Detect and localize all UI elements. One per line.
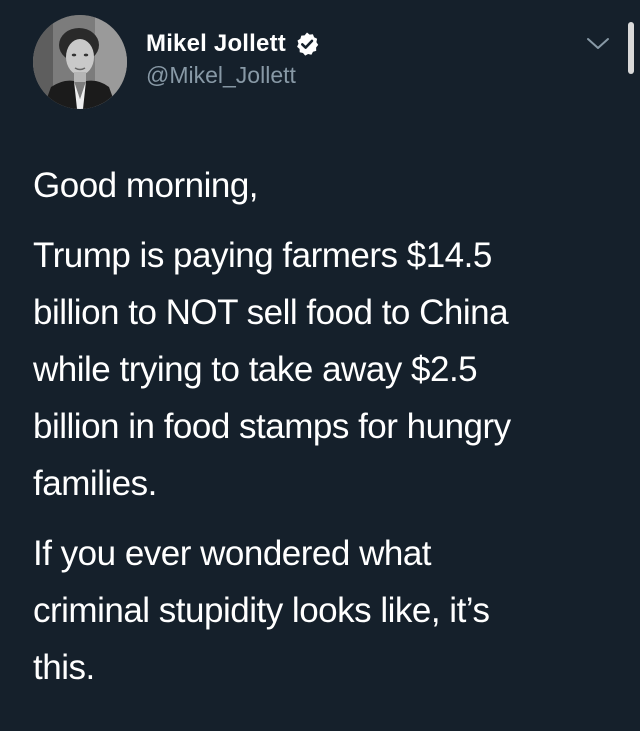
tweet-line: while trying to take away $2.5 — [33, 350, 478, 389]
tweet-text: Good morning, Trump is paying farmers $1… — [33, 157, 623, 709]
tweet-line: families. — [33, 464, 157, 503]
author-name-row[interactable]: Mikel Jollett — [146, 28, 320, 60]
author-display-name[interactable]: Mikel Jollett — [146, 30, 286, 58]
scrollbar[interactable] — [628, 22, 634, 74]
chevron-down-icon[interactable] — [585, 34, 611, 54]
tweet-line: this. — [33, 648, 95, 687]
tweet-paragraph-greeting: Good morning, — [33, 157, 623, 214]
tweet-line: billion in food stamps for hungry — [33, 407, 511, 446]
tweet-line: Trump is paying farmers $14.5 — [33, 236, 492, 275]
avatar[interactable] — [33, 15, 127, 109]
verified-badge-icon — [294, 31, 320, 57]
tweet-line: criminal stupidity looks like, it’s — [33, 591, 490, 630]
tweet-line: Good morning, — [33, 166, 259, 205]
tweet-line: If you ever wondered what — [33, 534, 432, 573]
tweet-paragraph-closing: If you ever wondered what criminal stupi… — [33, 525, 623, 696]
tweet-line: billion to NOT sell food to China — [33, 293, 509, 332]
tweet-card: Mikel Jollett @Mikel_Jollett Good mornin… — [0, 0, 640, 731]
author-handle[interactable]: @Mikel_Jollett — [146, 62, 296, 89]
profile-photo — [33, 15, 127, 109]
tweet-paragraph-body: Trump is paying farmers $14.5 billion to… — [33, 227, 623, 512]
